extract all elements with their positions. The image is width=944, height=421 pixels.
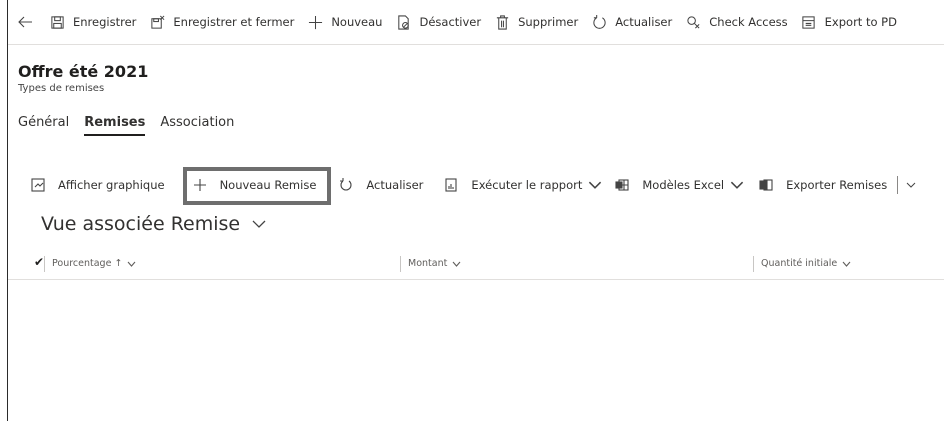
run-report-label: Exécuter le rapport: [471, 178, 583, 192]
save-close-icon: [149, 14, 165, 30]
excel-template-icon: [614, 177, 630, 193]
refresh-icon: [591, 14, 607, 30]
column-label-montant: Montant: [408, 258, 448, 269]
check-access-label: Check Access: [709, 15, 788, 29]
page-title: Offre été 2021: [18, 62, 149, 81]
delete-label: Supprimer: [518, 15, 579, 29]
save-and-close-button[interactable]: Enregistrer et fermer: [142, 0, 300, 44]
grid-body: [8, 281, 944, 421]
subgrid-refresh-label: Actualiser: [366, 178, 424, 192]
refresh-icon: [338, 177, 354, 193]
export-pdf-label: Export to PD: [824, 15, 897, 29]
excel-export-icon: [758, 177, 774, 193]
plus-icon: [192, 177, 208, 193]
column-header-montant[interactable]: Montant: [400, 247, 461, 280]
entity-type-label: Types de remises: [18, 83, 105, 94]
grid-header: ✔ Pourcentage ↑ Montant Quantité initial…: [8, 247, 944, 280]
trash-icon: [494, 14, 510, 30]
show-chart-label: Afficher graphique: [58, 178, 165, 192]
new-label: Nouveau: [331, 15, 383, 29]
chevron-down-icon: [730, 181, 744, 189]
chart-icon: [30, 177, 46, 193]
chevron-down-icon: [842, 261, 851, 267]
column-label-pourcentage: Pourcentage ↑: [52, 258, 123, 269]
save-icon: [49, 14, 65, 30]
tab-remises[interactable]: Remises: [84, 115, 146, 136]
excel-templates-button[interactable]: Modèles Excel: [614, 171, 744, 199]
export-pdf-button[interactable]: Export to PD: [794, 0, 903, 44]
divider: [897, 176, 899, 194]
save-label: Enregistrer: [73, 15, 137, 29]
deactivate-button[interactable]: Désactiver: [388, 0, 487, 44]
deactivate-icon: [395, 14, 411, 30]
export-remises-label: Exporter Remises: [786, 178, 888, 192]
report-icon: [443, 177, 459, 193]
back-arrow-icon[interactable]: [8, 0, 42, 44]
delete-button[interactable]: Supprimer: [487, 0, 584, 44]
pdf-icon: [801, 14, 817, 30]
chevron-down-icon: [452, 261, 461, 267]
save-button[interactable]: Enregistrer: [42, 0, 142, 44]
new-remise-button[interactable]: Nouveau Remise: [192, 171, 317, 199]
chevron-down-icon: [252, 220, 266, 228]
tab-general[interactable]: Général: [18, 115, 69, 136]
new-remise-label: Nouveau Remise: [219, 178, 317, 192]
new-button[interactable]: Nouveau: [300, 0, 388, 44]
column-divider: [44, 255, 45, 272]
check-access-icon: [685, 14, 701, 30]
chevron-down-icon: [128, 261, 136, 267]
column-header-pourcentage[interactable]: Pourcentage ↑: [44, 247, 136, 280]
column-header-quantite-initiale[interactable]: Quantité initiale: [753, 247, 851, 280]
subgrid-refresh-button[interactable]: Actualiser: [338, 171, 423, 199]
column-divider: [753, 255, 754, 272]
export-remises-button[interactable]: Exporter Remises: [758, 171, 887, 199]
view-label: Vue associée Remise: [41, 213, 241, 235]
excel-templates-label: Modèles Excel: [642, 178, 725, 192]
refresh-button[interactable]: Actualiser: [584, 0, 678, 44]
column-divider: [400, 255, 401, 272]
run-report-button[interactable]: Exécuter le rapport: [443, 171, 602, 199]
top-command-bar: Enregistrer Enregistrer et fermer Nouvea…: [8, 0, 944, 45]
column-label-quantite-initiale: Quantité initiale: [761, 258, 838, 269]
tab-association[interactable]: Association: [160, 115, 234, 136]
show-chart-button[interactable]: Afficher graphique: [30, 171, 165, 199]
view-selector[interactable]: Vue associée Remise: [41, 213, 266, 235]
more-commands-chevron-icon[interactable]: [906, 182, 916, 188]
form-tabs: Général Remises Association: [18, 115, 234, 136]
subgrid-command-bar: Afficher graphique Nouveau Remise Actual…: [30, 171, 916, 199]
select-all-checkmark-icon[interactable]: ✔: [34, 255, 44, 269]
deactivate-label: Désactiver: [419, 15, 482, 29]
check-access-button[interactable]: Check Access: [678, 0, 793, 44]
plus-icon: [307, 14, 323, 30]
refresh-label: Actualiser: [615, 15, 673, 29]
save-and-close-label: Enregistrer et fermer: [173, 15, 295, 29]
chevron-down-icon: [589, 181, 602, 189]
